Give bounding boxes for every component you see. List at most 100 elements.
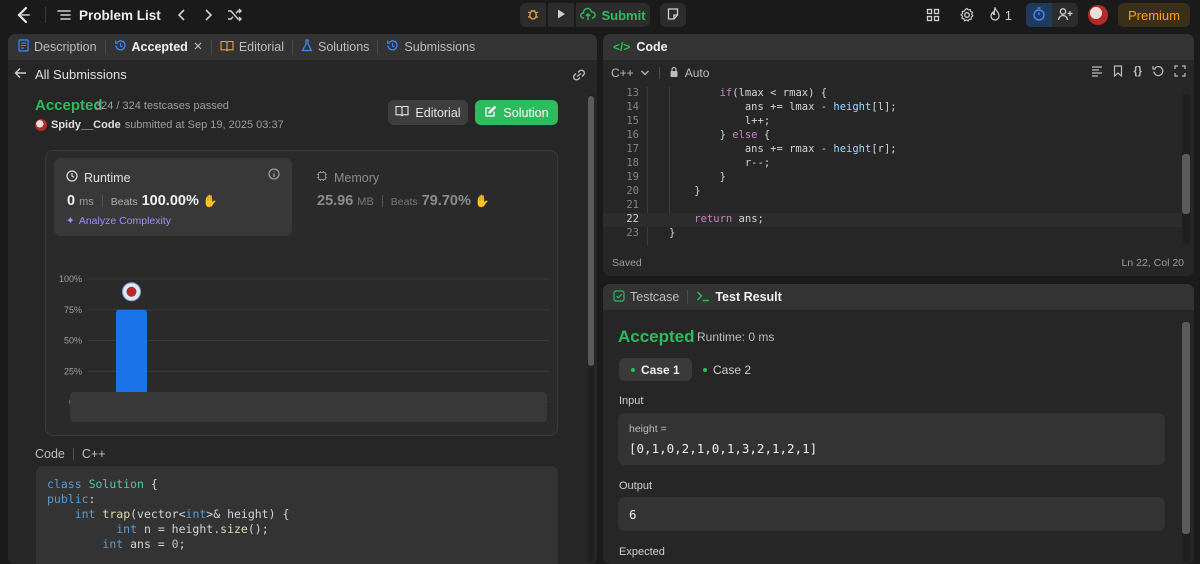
line-number: 13 <box>626 87 639 99</box>
submission-panel: Description Accepted Editorial Solutions… <box>8 34 597 564</box>
analyze-complexity-link[interactable]: ✦ Analyze Complexity <box>66 215 171 227</box>
timer-button[interactable] <box>1025 3 1052 27</box>
performance-stats: Runtime 0 ms Beats 100.00% ✋ ✦ Analyze C… <box>45 150 558 436</box>
bookmark-icon[interactable] <box>1113 65 1123 80</box>
premium-button[interactable]: Premium <box>1117 3 1190 27</box>
problem-list-label: Problem List <box>79 7 161 23</box>
code-line: 16 } else { <box>603 129 1183 143</box>
submitter-username[interactable]: Spidy__Code <box>51 119 121 131</box>
info-icon[interactable] <box>268 168 280 183</box>
notes-button[interactable] <box>660 3 686 27</box>
description-icon <box>18 39 29 55</box>
runtime-unit: ms <box>79 196 94 208</box>
next-problem-icon[interactable] <box>201 8 215 22</box>
line-number: 23 <box>626 227 639 239</box>
language-select[interactable]: C++ <box>611 66 634 80</box>
editorial-button[interactable]: Editorial <box>388 100 468 125</box>
left-scrollbar[interactable] <box>588 94 594 562</box>
tab-accepted-label: Accepted <box>131 40 188 54</box>
submitter-avatar <box>35 119 47 131</box>
editorial-button-label: Editorial <box>415 105 461 120</box>
flask-icon <box>301 39 313 55</box>
scroll-thumb[interactable] <box>588 96 594 366</box>
line-number: 15 <box>626 115 639 127</box>
tab-description[interactable]: Description <box>18 39 97 55</box>
code-editor[interactable]: 13 if(lmax < rmax) {14 ans += lmax - hei… <box>603 87 1194 245</box>
tab-divider <box>210 40 212 54</box>
submission-status: Accepted <box>35 97 103 114</box>
add-user-button[interactable] <box>1051 3 1078 27</box>
code-line: int trap(vector<int>& height) { <box>74 507 290 521</box>
output-value: 6 <box>629 507 637 522</box>
line-text: ans += lmax - height[l]; <box>669 101 897 113</box>
run-button[interactable] <box>548 3 574 27</box>
scroll-thumb[interactable] <box>1182 322 1190 534</box>
shuffle-icon[interactable] <box>227 8 243 22</box>
scroll-thumb[interactable] <box>1182 154 1190 214</box>
code-line: 13 if(lmax < rmax) { <box>603 87 1183 101</box>
note-icon <box>666 7 680 24</box>
all-submissions-link[interactable]: All Submissions <box>14 67 127 82</box>
case-1-tab[interactable]: Case 1 <box>619 358 692 381</box>
line-text: ans += rmax - height[r]; <box>669 143 897 155</box>
leetcode-logo-icon[interactable] <box>15 6 33 24</box>
fullscreen-icon[interactable] <box>1174 65 1186 80</box>
distribution-range-slider[interactable] <box>70 392 547 422</box>
tab-submissions-label: Submissions <box>404 40 476 54</box>
share-link-icon[interactable] <box>571 68 587 85</box>
all-submissions-label: All Submissions <box>35 67 127 82</box>
braces-icon[interactable]: {} <box>1133 65 1142 80</box>
code-label: Code <box>35 447 65 461</box>
tab-solutions[interactable]: Solutions <box>301 39 369 55</box>
result-runtime: Runtime: 0 ms <box>697 330 775 344</box>
line-text: if(lmax < rmax) { <box>719 87 828 99</box>
code-language: C++ <box>81 447 106 461</box>
y-tick-label: 50% <box>64 336 82 346</box>
layout-grid-icon[interactable] <box>921 3 945 27</box>
tab-testcase[interactable]: Testcase <box>613 289 680 305</box>
tab-testcase-label: Testcase <box>630 290 680 304</box>
pass-dot <box>631 367 635 372</box>
tab-submissions[interactable]: Submissions <box>386 39 475 55</box>
solution-button[interactable]: Solution <box>475 100 558 125</box>
runtime-values: 0 ms Beats 100.00% ✋ <box>67 193 218 209</box>
tab-test-result[interactable]: Test Result <box>696 290 782 305</box>
y-tick-label: 75% <box>64 305 82 315</box>
tab-accepted[interactable]: Accepted <box>114 39 203 55</box>
divider <box>45 7 46 23</box>
close-tab-icon[interactable] <box>193 40 203 54</box>
prev-problem-icon[interactable] <box>175 8 189 22</box>
bug-icon <box>526 7 540 24</box>
chevron-down-icon[interactable] <box>640 66 650 80</box>
settings-gear-icon[interactable] <box>955 3 979 27</box>
stopwatch-icon <box>1032 6 1046 25</box>
code-line: public: <box>47 492 96 506</box>
play-icon <box>555 8 567 23</box>
submit-button[interactable]: Submit <box>576 3 650 27</box>
result-scrollbar[interactable] <box>1182 322 1190 562</box>
runtime-card[interactable]: Runtime 0 ms Beats 100.00% ✋ ✦ Analyze C… <box>54 158 292 236</box>
line-number: 14 <box>626 101 639 113</box>
auto-mode[interactable]: Auto <box>685 66 710 80</box>
memory-card[interactable]: Memory 25.96 MB Beats 79.70% ✋ <box>304 158 544 236</box>
streak-counter[interactable]: 1 <box>989 5 1012 24</box>
debug-button[interactable] <box>520 3 546 27</box>
submitted-code: class Solution {public: int trap(vector<… <box>36 466 558 564</box>
format-icon[interactable] <box>1091 65 1103 80</box>
case-2-label: Case 2 <box>713 362 752 377</box>
add-user-icon <box>1057 7 1073 24</box>
terminal-icon <box>696 290 710 305</box>
code-line: 23} <box>603 227 1183 241</box>
user-avatar[interactable] <box>1087 5 1108 25</box>
tab-editorial[interactable]: Editorial <box>220 40 284 55</box>
line-text: r--; <box>669 157 771 169</box>
line-text: } else { <box>669 129 771 141</box>
tab-test-result-label: Test Result <box>715 290 782 304</box>
cloud-upload-icon <box>580 7 597 24</box>
test-result-panel: Testcase Test Result Accepted Runtime: 0… <box>603 284 1194 564</box>
case-2-tab[interactable]: Case 2 <box>691 358 763 381</box>
testcases-passed: 324 / 324 testcases passed <box>95 100 229 112</box>
editor-scrollbar[interactable] <box>1182 94 1190 244</box>
reset-icon[interactable] <box>1152 65 1164 80</box>
problem-list-button[interactable]: Problem List <box>56 8 161 23</box>
